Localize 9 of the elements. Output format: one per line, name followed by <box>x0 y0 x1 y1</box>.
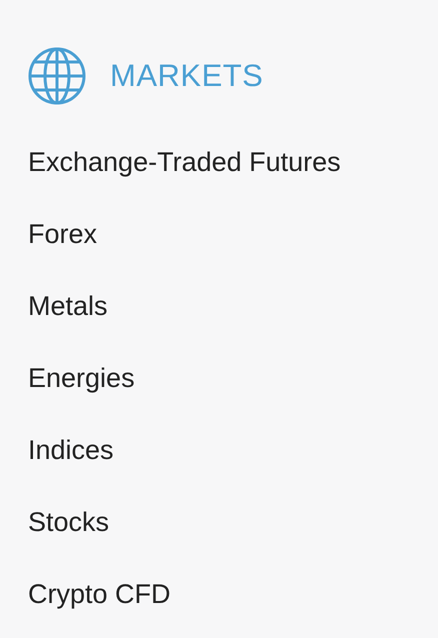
market-link[interactable]: Forex <box>28 216 98 288</box>
section-title: MARKETS <box>110 56 264 95</box>
market-link[interactable]: Indices <box>28 432 114 504</box>
globe-icon <box>28 47 86 105</box>
market-link[interactable]: Energies <box>28 360 135 432</box>
market-link[interactable]: Stocks <box>28 504 110 576</box>
market-link[interactable]: Exchange-Traded Futures <box>28 144 341 216</box>
market-link[interactable]: Crypto CFD <box>28 576 171 638</box>
market-link[interactable]: Metals <box>28 288 108 360</box>
